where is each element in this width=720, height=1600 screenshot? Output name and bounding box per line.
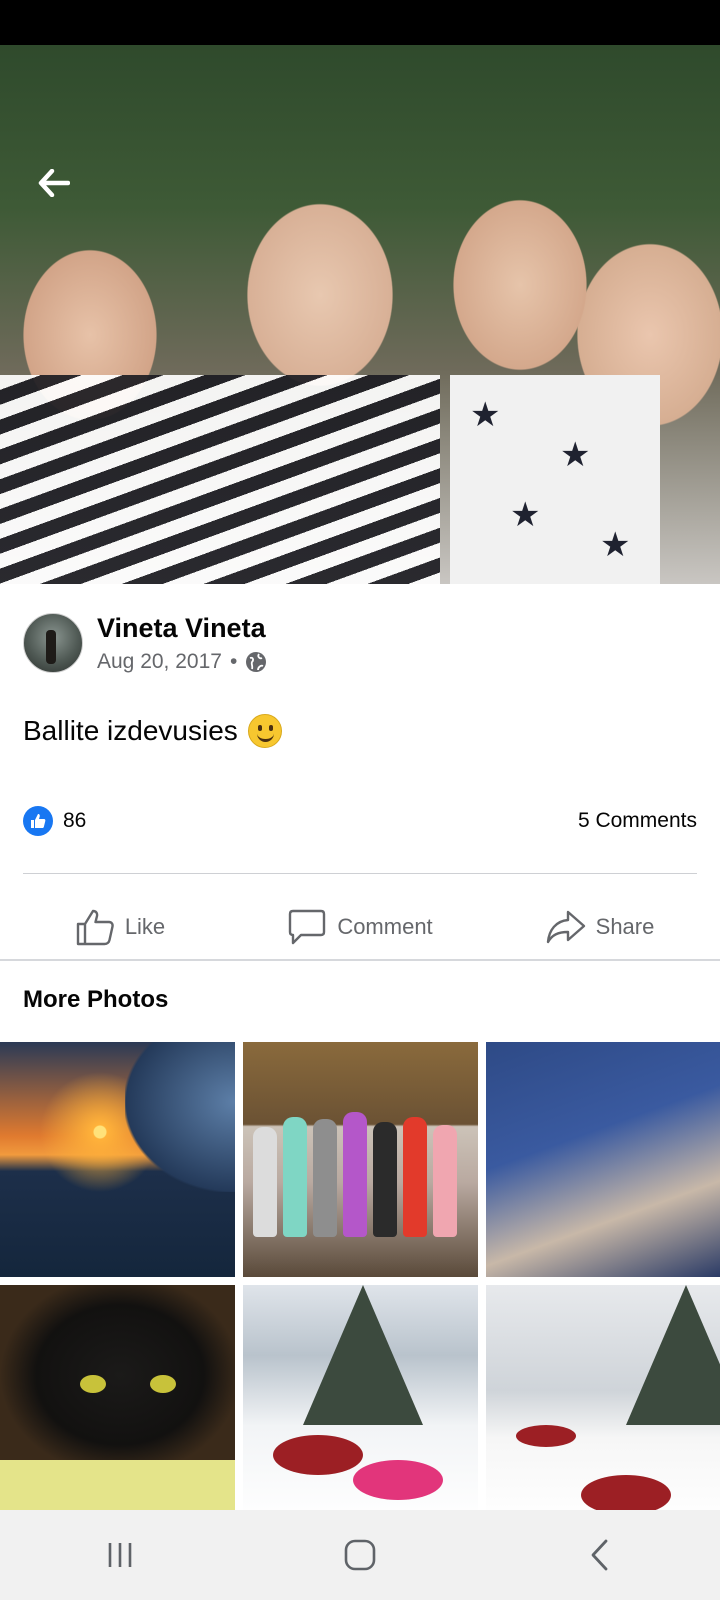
reactions-bar: 86 5 Comments xyxy=(23,806,697,836)
separator: • xyxy=(229,650,238,673)
divider xyxy=(23,873,697,874)
post-subline: Aug 20, 2017 • xyxy=(97,650,267,674)
like-button[interactable]: Like xyxy=(0,892,240,962)
snow-tubing-photo[interactable] xyxy=(243,1285,478,1520)
like-label: Like xyxy=(124,914,166,939)
comment-button[interactable]: Comment xyxy=(240,892,480,962)
comments-count[interactable]: 5 Comments xyxy=(578,809,697,833)
star-icon: ★ xyxy=(510,496,541,534)
person-shape xyxy=(433,1125,457,1237)
back-button[interactable] xyxy=(34,163,74,203)
black-cat-photo[interactable] xyxy=(0,1285,235,1520)
share-arrow-icon xyxy=(546,910,585,944)
star-icon: ★ xyxy=(560,436,591,474)
like-reaction-icon xyxy=(23,806,53,836)
section-divider xyxy=(0,959,720,961)
more-photos-grid xyxy=(0,1042,720,1520)
share-button[interactable]: Share xyxy=(480,892,720,962)
star-icon: ★ xyxy=(470,396,501,434)
person-shape xyxy=(283,1117,307,1237)
smiley-emoji-icon xyxy=(247,714,282,748)
thumbs-up-outline-icon xyxy=(76,909,114,946)
share-label: Share xyxy=(595,914,655,939)
status-bar xyxy=(0,0,720,45)
person-shape xyxy=(343,1112,367,1237)
star-icon: ★ xyxy=(600,526,631,564)
snow-tube xyxy=(353,1460,443,1500)
snow-tube xyxy=(581,1475,671,1515)
comment-label: Comment xyxy=(337,914,433,939)
person-shape xyxy=(253,1127,277,1237)
caption-text: Ballite izdevusies xyxy=(23,715,238,746)
home-icon xyxy=(344,1539,376,1571)
author-name[interactable]: Vineta Vineta xyxy=(97,612,267,644)
pine-tree xyxy=(303,1285,423,1425)
system-back-button[interactable] xyxy=(560,1525,640,1585)
globe-icon xyxy=(246,652,267,672)
chevron-left-icon xyxy=(591,1539,608,1571)
person-shape xyxy=(403,1117,427,1237)
thumbs-up-icon xyxy=(31,814,46,828)
recent-apps-button[interactable] xyxy=(80,1525,160,1585)
cat-eye xyxy=(80,1375,106,1393)
party-group-photo[interactable] xyxy=(243,1042,478,1277)
sunset-wave-photo[interactable] xyxy=(0,1042,235,1277)
pine-tree xyxy=(626,1285,720,1425)
post-caption: Ballite izdevusies xyxy=(23,714,282,748)
comment-bubble-icon xyxy=(289,909,326,945)
system-nav-bar xyxy=(0,1510,720,1600)
action-bar: Like Comment Share xyxy=(0,892,720,962)
bus-selfie-photo[interactable] xyxy=(486,1042,720,1277)
star-shirt: ★ ★ ★ ★ xyxy=(450,375,660,584)
snow-tube xyxy=(273,1435,363,1475)
recent-apps-icon xyxy=(108,1543,132,1567)
more-photos-title: More Photos xyxy=(23,986,169,1013)
cat-eye xyxy=(150,1375,176,1393)
like-summary[interactable]: 86 xyxy=(23,806,86,836)
snow-tube xyxy=(516,1425,576,1447)
person-shape xyxy=(373,1122,397,1237)
like-count: 86 xyxy=(63,809,87,832)
person-shape xyxy=(313,1119,337,1237)
striped-shirt xyxy=(0,375,440,584)
post-meta: Vineta Vineta Aug 20, 2017 • xyxy=(97,612,267,674)
post-date[interactable]: Aug 20, 2017 xyxy=(97,650,222,674)
post-header: Vineta Vineta Aug 20, 2017 • xyxy=(23,612,267,674)
snow-slide-photo[interactable] xyxy=(486,1285,720,1520)
home-button[interactable] xyxy=(320,1525,400,1585)
avatar[interactable] xyxy=(23,613,83,673)
arrow-left-icon xyxy=(38,169,70,197)
post-photo[interactable]: ★ ★ ★ ★ xyxy=(0,45,720,584)
